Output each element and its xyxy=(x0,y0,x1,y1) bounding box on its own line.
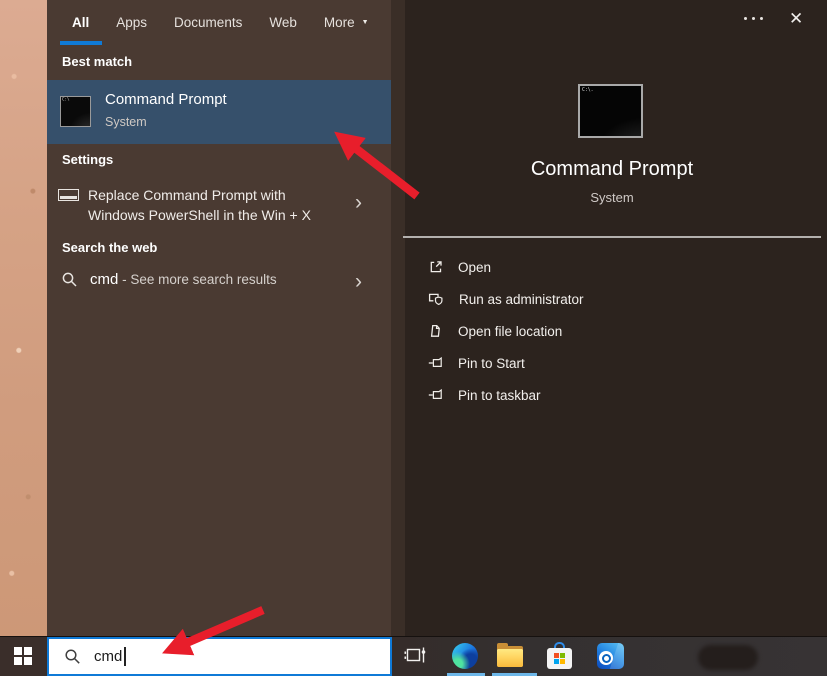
search-filter-tabs: All Apps Documents Web More ▼ xyxy=(72,0,369,45)
action-pin-to-start[interactable]: Pin to Start xyxy=(428,349,748,377)
taskbar-search-input[interactable]: cmd xyxy=(47,637,392,676)
task-view-icon[interactable] xyxy=(404,645,427,667)
preview-subtitle: System xyxy=(590,190,634,205)
panel-divider-strip xyxy=(391,0,405,636)
outlook-icon[interactable] xyxy=(597,643,624,669)
action-open[interactable]: Open xyxy=(428,253,748,281)
active-tab-indicator xyxy=(60,41,102,45)
search-icon xyxy=(62,272,77,287)
microsoft-edge-icon[interactable] xyxy=(452,643,478,669)
search-query-text: cmd xyxy=(94,648,123,665)
file-location-icon xyxy=(430,324,440,337)
shield-icon xyxy=(428,293,443,306)
preview-title: Command Prompt xyxy=(530,158,694,180)
best-match-header: Best match xyxy=(62,54,133,69)
pin-icon xyxy=(428,388,442,399)
command-prompt-large-icon: C:\. xyxy=(578,84,643,138)
open-icon xyxy=(430,261,442,273)
action-pin-to-taskbar[interactable]: Pin to taskbar xyxy=(428,381,748,409)
file-explorer-icon[interactable] xyxy=(497,643,523,667)
search-the-web-header: Search the web xyxy=(62,240,158,255)
window-setting-icon xyxy=(58,189,79,201)
chevron-down-icon: ▼ xyxy=(361,19,369,26)
tab-all[interactable]: All xyxy=(72,15,89,30)
text-caret xyxy=(124,647,126,666)
settings-header: Settings xyxy=(62,152,114,167)
more-options-icon[interactable] xyxy=(744,17,763,20)
chevron-right-icon[interactable]: › xyxy=(355,192,362,213)
action-open-file-location[interactable]: Open file location xyxy=(428,317,748,345)
desktop-wallpaper xyxy=(0,0,47,637)
action-run-as-administrator[interactable]: Run as administrator xyxy=(428,285,748,313)
windows-search-screen: All Apps Documents Web More ▼ ✕ Best mat… xyxy=(0,0,827,676)
start-button[interactable] xyxy=(14,647,32,665)
pin-icon xyxy=(428,356,442,367)
preview-divider xyxy=(403,236,821,238)
tab-apps[interactable]: Apps xyxy=(116,15,147,30)
microsoft-store-icon[interactable] xyxy=(547,642,572,669)
search-icon xyxy=(65,649,80,664)
redacted-tray-area xyxy=(698,645,758,670)
result-title: Command Prompt xyxy=(105,91,227,108)
settings-result-label: Replace Command Prompt with Windows Powe… xyxy=(88,187,311,223)
web-search-result-label: cmd - See more search results xyxy=(90,271,277,288)
close-icon[interactable]: ✕ xyxy=(789,9,803,29)
result-subtitle: System xyxy=(105,115,147,129)
best-match-result-command-prompt[interactable] xyxy=(47,80,391,144)
chevron-right-icon[interactable]: › xyxy=(355,271,362,292)
command-prompt-icon: C:\ xyxy=(60,96,91,127)
tab-documents[interactable]: Documents xyxy=(174,15,242,30)
tab-more[interactable]: More ▼ xyxy=(324,15,369,30)
tab-web[interactable]: Web xyxy=(269,15,297,30)
